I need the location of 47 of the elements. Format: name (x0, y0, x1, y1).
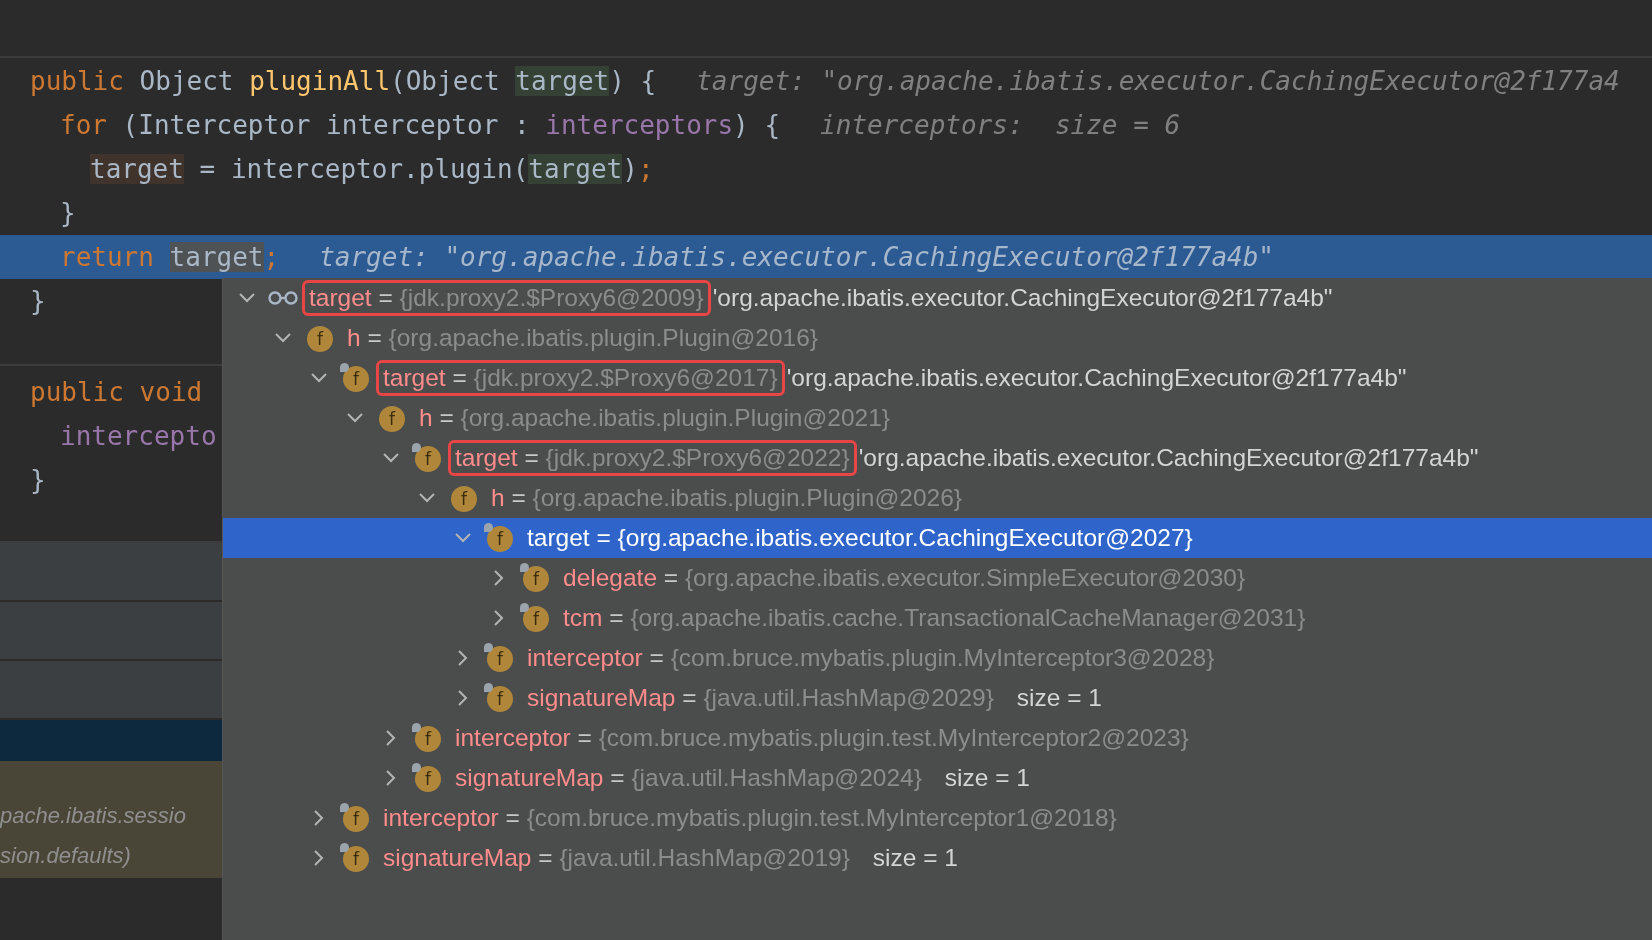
variable-entry: target = {jdk.proxy2.$Proxy6@2022} (448, 440, 857, 476)
size-label: size = 1 (944, 764, 1030, 792)
code-text: target = interceptor.plugin(target); (90, 153, 654, 186)
variable-entry: signatureMap = {java.util.HashMap@2024} (454, 763, 923, 793)
inline-value-hint: interceptors: size = 6 (820, 109, 1181, 142)
field-icon: f (340, 363, 370, 393)
field-icon: f (412, 723, 442, 753)
variable-entry: h = {org.apache.ibatis.plugin.Plugin@2026} (490, 483, 963, 513)
field-icon: f (412, 763, 442, 793)
code-text: } (30, 464, 46, 497)
variable-entry: interceptor = {com.bruce.mybatis.plugin.MyInterceptor3@2028} (526, 643, 1216, 673)
code-text: public Object pluginAll(Object target) { (30, 65, 657, 98)
selected-row[interactable]: f target = {org.apache.ibatis.executor.CachingExecutor@2027} (223, 518, 1652, 558)
field-icon: f (520, 563, 550, 593)
variable-entry: h = {org.apache.ibatis.plugin.Plugin@2016} (346, 323, 819, 353)
variable-entry: delegate = {org.apache.ibatis.executor.SimpleExecutor@2030} (562, 563, 1247, 593)
variable-entry: signatureMap = {java.util.HashMap@2019} (382, 843, 851, 873)
library-frame-item[interactable]: pache.ibatis.sessio sion.defaults) (0, 761, 222, 880)
field-icon: f (412, 443, 442, 473)
glasses-icon (268, 290, 298, 306)
code-text: public void (30, 376, 203, 409)
value-string: 'org.apache.ibatis.executor.CachingExecutor@2f177a4b" (712, 284, 1333, 312)
field-icon: f (340, 803, 370, 833)
code-text: return target; (60, 241, 280, 274)
code-text: for (Interceptor interceptor : interceptors) { (60, 109, 781, 142)
variable-entry: interceptor = {com.bruce.mybatis.plugin.test.MyInterceptor1@2018} (382, 803, 1118, 833)
field-icon: f (484, 523, 514, 553)
field-icon: f (484, 643, 514, 673)
size-label: size = 1 (872, 844, 958, 872)
code-text: intercepto (60, 420, 217, 453)
variable-entry: target = {jdk.proxy2.$Proxy6@2017} (376, 360, 785, 396)
field-icon: f (340, 843, 370, 873)
size-label: size = 1 (1016, 684, 1102, 712)
value-string: 'org.apache.ibatis.executor.CachingExecutor@2f177a4b" (858, 444, 1479, 472)
variable-entry: tcm = {org.apache.ibatis.cache.TransactionalCacheManager@2031} (562, 603, 1307, 633)
code-text: } (30, 285, 46, 318)
variable-entry: signatureMap = {java.util.HashMap@2029} (526, 683, 995, 713)
field-icon: f (484, 683, 514, 713)
inline-value-hint: target: "org.apache.ibatis.executor.CachingExecutor@2f177a4b" (319, 241, 1274, 274)
code-text: } (60, 197, 76, 230)
inline-value-hint: target: "org.apache.ibatis.executor.CachingExecutor@2f177a4 (696, 65, 1620, 98)
variable-entry: h = {org.apache.ibatis.plugin.Plugin@2021} (418, 403, 891, 433)
field-icon: f (520, 603, 550, 633)
variable-entry: interceptor = {com.bruce.mybatis.plugin.test.MyInterceptor2@2023} (454, 723, 1190, 753)
variable-entry: target = {jdk.proxy2.$Proxy6@2009} (302, 280, 711, 316)
variable-entry: target = {org.apache.ibatis.executor.CachingExecutor@2027} (526, 523, 1194, 553)
value-string: 'org.apache.ibatis.executor.CachingExecutor@2f177a4b" (786, 364, 1407, 392)
